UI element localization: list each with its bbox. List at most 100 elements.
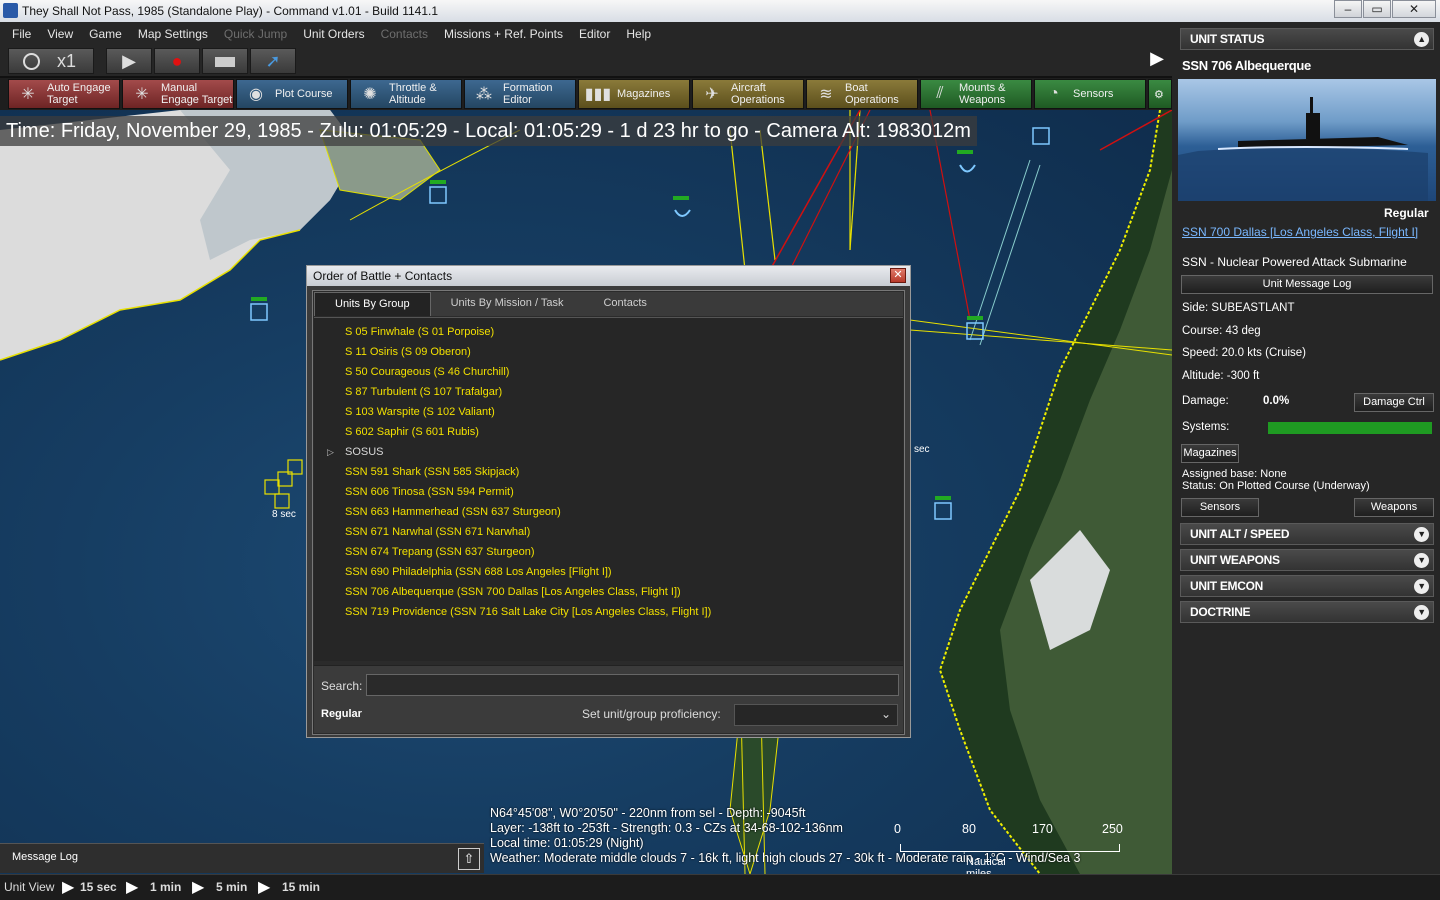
menu-help[interactable]: Help xyxy=(618,27,659,41)
close-window-button[interactable]: ✕ xyxy=(1392,0,1436,18)
unit-class-link[interactable]: SSN 700 Dallas [Los Angeles Class, Fligh… xyxy=(1182,226,1432,239)
magazines-panel-button[interactable]: Magazines xyxy=(1181,444,1239,463)
play-button[interactable]: ▶ xyxy=(106,48,152,74)
tree-unit-row[interactable]: SSN 674 Trepang (SSN 637 Sturgeon) xyxy=(314,542,903,562)
proficiency-select[interactable]: ⌄ xyxy=(734,704,898,726)
tree-unit-row[interactable]: S 11 Osiris (S 09 Oberon) xyxy=(314,342,903,362)
menu-missions[interactable]: Missions + Ref. Points xyxy=(436,27,571,41)
menu-game[interactable]: Game xyxy=(81,27,130,41)
menu-quick-jump[interactable]: Quick Jump xyxy=(216,27,295,41)
time-controls: x1 ▶ ● ➚ xyxy=(0,46,1172,76)
tree-unit-row[interactable]: S 50 Courageous (S 46 Churchill) xyxy=(314,362,903,382)
scale-tick: 250 xyxy=(1102,822,1123,836)
toolbar-label: Editor xyxy=(503,94,532,106)
step-15-min[interactable]: 15 min xyxy=(282,880,320,894)
panel-collapse-arrow[interactable]: ▶ xyxy=(1148,46,1166,70)
time-compression-button[interactable]: x1 xyxy=(8,48,94,74)
manual-engage-button[interactable]: ✳ Manual Engage Target xyxy=(122,79,234,109)
toolbar-label: Magazines xyxy=(617,88,671,100)
magazines-button[interactable]: ▮▮▮ Magazines xyxy=(578,79,690,109)
unit-message-log-button[interactable]: Unit Message Log xyxy=(1181,275,1433,294)
time-status-line: Time: Friday, November 29, 1985 - Zulu: … xyxy=(0,116,977,146)
expand-icon[interactable]: ▷ xyxy=(327,442,334,462)
tree-row-label: SSN 591 Shark (SSN 585 Skipjack) xyxy=(345,466,520,478)
search-input[interactable] xyxy=(366,674,899,696)
damage-label: Damage: xyxy=(1182,395,1229,407)
tree-unit-row[interactable]: S 103 Warspite (S 102 Valiant) xyxy=(314,402,903,422)
search-label: Search: xyxy=(321,679,363,693)
menu-contacts[interactable]: Contacts xyxy=(373,27,436,41)
scale-line xyxy=(900,844,1120,852)
mounts-weapons-button[interactable]: ⫽ Mounts & Weapons xyxy=(920,79,1032,109)
throttle-altitude-button[interactable]: ✺ Throttle & Altitude xyxy=(350,79,462,109)
plot-course-button[interactable]: ◉ Plot Course xyxy=(236,79,348,109)
tree-group[interactable]: ▷ SOSUS xyxy=(314,442,903,462)
minimize-button[interactable]: – xyxy=(1334,0,1362,18)
dialog-close-button[interactable]: ✕ xyxy=(890,268,906,283)
weapons-panel-button[interactable]: Weapons xyxy=(1354,498,1434,517)
tree-unit-row[interactable]: SSN 671 Narwhal (SSN 671 Narwhal) xyxy=(314,522,903,542)
unit-view-label: Unit View xyxy=(4,880,55,894)
section-title: UNIT EMCON xyxy=(1190,579,1263,593)
hud-position: N64°45'08", W0°20'50" - 220nm from sel -… xyxy=(490,806,806,820)
section-title: UNIT WEAPONS xyxy=(1190,553,1280,567)
menu-view[interactable]: View xyxy=(39,27,81,41)
message-log-bar[interactable]: Message Log ⇧ xyxy=(0,843,484,873)
unit-status-title: UNIT STATUS xyxy=(1190,32,1265,46)
tree-unit-row[interactable]: SSN 719 Providence (SSN 716 Salt Lake Ci… xyxy=(314,602,903,622)
sensors-button[interactable]: ◔ Sensors xyxy=(1034,79,1146,109)
menu-editor[interactable]: Editor xyxy=(571,27,618,41)
maximize-button[interactable]: ▭ xyxy=(1363,0,1391,18)
chevron-down-icon: ▼ xyxy=(1414,553,1429,568)
tree-unit-row[interactable]: S 05 Finwhale (S 01 Porpoise) xyxy=(314,322,903,342)
formation-editor-button[interactable]: ⁂ Formation Editor xyxy=(464,79,576,109)
unit-tree[interactable]: S 05 Finwhale (S 01 Porpoise) S 11 Osiris… xyxy=(314,317,903,661)
tree-row-label: SSN 663 Hammerhead (SSN 637 Sturgeon) xyxy=(345,506,561,518)
more-tools-button[interactable]: ⚙ xyxy=(1148,79,1172,109)
submarine-image xyxy=(1178,97,1428,201)
toolbar-label: Boat xyxy=(845,82,868,94)
scale-tick: 170 xyxy=(1032,822,1053,836)
order-of-battle-dialog: Order of Battle + Contacts ✕ Units By Gr… xyxy=(306,265,911,738)
toolbar-label: Operations xyxy=(731,94,785,106)
crosshair-icon: ✳ xyxy=(21,86,35,103)
tree-unit-row[interactable]: SSN 690 Philadelphia (SSN 688 Los Angele… xyxy=(314,562,903,582)
section-weapons[interactable]: UNIT WEAPONS ▼ xyxy=(1180,549,1434,571)
aircraft-operations-button[interactable]: ✈ Aircraft Operations xyxy=(692,79,804,109)
step-1-min[interactable]: 1 min xyxy=(150,880,181,894)
step-button[interactable]: ➚ xyxy=(250,48,296,74)
toolbar-label: Mounts & xyxy=(959,82,1006,94)
menu-file[interactable]: File xyxy=(4,27,39,41)
aircraft-icon: ✈ xyxy=(705,86,719,103)
tree-unit-row[interactable]: SSN 606 Tinosa (SSN 594 Permit) xyxy=(314,482,903,502)
expand-log-icon[interactable]: ⇧ xyxy=(458,848,480,870)
tree-unit-row[interactable]: S 87 Turbulent (S 107 Trafalgar) xyxy=(314,382,903,402)
tab-contacts[interactable]: Contacts xyxy=(583,292,666,316)
stop-button[interactable] xyxy=(202,48,248,74)
auto-engage-button[interactable]: ✳ Auto Engage Target xyxy=(8,79,120,109)
tree-unit-row[interactable]: SSN 663 Hammerhead (SSN 637 Sturgeon) xyxy=(314,502,903,522)
tree-unit-row[interactable]: SSN 591 Shark (SSN 585 Skipjack) xyxy=(314,462,903,482)
damage-ctrl-button[interactable]: Damage Ctrl xyxy=(1354,393,1434,412)
unit-status-header[interactable]: UNIT STATUS ▲ xyxy=(1180,28,1434,50)
tab-units-by-mission[interactable]: Units By Mission / Task xyxy=(431,292,584,316)
boat-operations-button[interactable]: ≋ Boat Operations xyxy=(806,79,918,109)
tree-unit-row[interactable]: S 602 Saphir (S 601 Rubis) xyxy=(314,422,903,442)
step-15-sec[interactable]: 15 sec xyxy=(80,880,117,894)
section-doctrine[interactable]: DOCTRINE ▼ xyxy=(1180,601,1434,623)
tab-units-by-group[interactable]: Units By Group xyxy=(314,292,431,316)
tree-row-label: S 05 Finwhale (S 01 Porpoise) xyxy=(345,326,495,338)
section-emcon[interactable]: UNIT EMCON ▼ xyxy=(1180,575,1434,597)
step-5-min[interactable]: 5 min xyxy=(216,880,247,894)
tree-row-label: S 87 Turbulent (S 107 Trafalgar) xyxy=(345,386,503,398)
menu-map-settings[interactable]: Map Settings xyxy=(130,27,216,41)
sensors-panel-button[interactable]: Sensors xyxy=(1181,498,1259,517)
compass-icon: ◉ xyxy=(249,86,263,103)
toolbar-label: Weapons xyxy=(959,94,1006,106)
tree-row-label: SSN 690 Philadelphia (SSN 688 Los Angele… xyxy=(345,566,612,578)
unit-type: SSN - Nuclear Powered Attack Submarine xyxy=(1182,255,1407,269)
menu-unit-orders[interactable]: Unit Orders xyxy=(295,27,372,41)
tree-unit-row[interactable]: SSN 706 Albequerque (SSN 700 Dallas [Los… xyxy=(314,582,903,602)
record-button[interactable]: ● xyxy=(154,48,200,74)
section-alt-speed[interactable]: UNIT ALT / SPEED ▼ xyxy=(1180,523,1434,545)
